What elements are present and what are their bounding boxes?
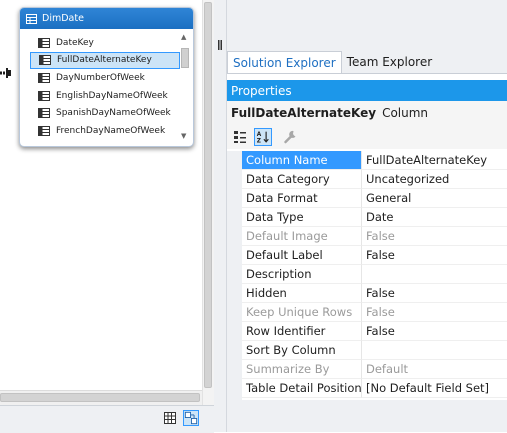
column-icon xyxy=(39,55,51,66)
property-name[interactable]: Data Format xyxy=(242,189,362,208)
column-label: EnglishDayNameOfWeek xyxy=(56,90,168,101)
property-value[interactable]: Default xyxy=(362,360,507,379)
diagram-horizontal-scroll-thumb[interactable] xyxy=(0,393,200,402)
property-value[interactable]: Uncategorized xyxy=(362,170,507,189)
properties-title-bar[interactable]: Properties xyxy=(227,80,507,101)
property-name[interactable]: Data Category xyxy=(242,170,362,189)
column-label: FullDateAlternateKey xyxy=(57,55,152,66)
table-icon xyxy=(26,13,37,24)
property-row[interactable]: Summarize By Default xyxy=(242,360,507,379)
column-label: FrenchDayNameOfWeek xyxy=(56,125,166,136)
svg-text:A: A xyxy=(257,132,262,138)
property-name[interactable]: Table Detail Position xyxy=(242,379,362,398)
property-value[interactable]: False xyxy=(362,227,507,246)
property-value[interactable]: FullDateAlternateKey xyxy=(362,151,507,170)
table-scrollbar[interactable]: ▲ ▼ xyxy=(180,30,190,142)
column-label: SpanishDayNameOfWeek xyxy=(56,108,171,119)
tool-window-area xyxy=(227,0,507,51)
tab-team-explorer[interactable]: Team Explorer xyxy=(342,51,438,73)
alphabetical-sort-icon[interactable]: A Z xyxy=(254,128,272,146)
relationship-connector-icon[interactable] xyxy=(0,67,12,79)
diagram-vertical-scroll-thumb[interactable] xyxy=(204,2,212,388)
diagram-status-bar xyxy=(0,405,214,433)
property-row[interactable]: Data Category Uncategorized xyxy=(242,170,507,189)
column-icon xyxy=(38,108,50,119)
tab-solution-explorer[interactable]: Solution Explorer xyxy=(227,51,342,73)
column-item[interactable]: DateKey xyxy=(30,34,180,52)
property-value[interactable] xyxy=(362,265,507,284)
property-name[interactable]: Hidden xyxy=(242,284,362,303)
column-item[interactable]: SpanishDayNameOfWeek xyxy=(30,104,180,122)
scroll-up-icon[interactable]: ▲ xyxy=(181,33,186,41)
tool-window-tabs: Solution Explorer Team Explorer xyxy=(227,51,507,74)
column-item[interactable]: EnglishDayNameOfWeek xyxy=(30,87,180,105)
property-name[interactable]: Default Image xyxy=(242,227,362,246)
property-value[interactable]: False xyxy=(362,322,507,341)
column-item[interactable]: DayNumberOfWeek xyxy=(30,69,180,87)
wrench-icon[interactable] xyxy=(281,128,299,146)
property-row[interactable]: Data Type Date xyxy=(242,208,507,227)
property-value[interactable] xyxy=(362,341,507,360)
property-row[interactable]: Sort By Column xyxy=(242,341,507,360)
property-row[interactable]: Row Identifier False xyxy=(242,322,507,341)
splitter-grip-icon[interactable] xyxy=(218,40,222,50)
property-grid-gutter xyxy=(227,151,242,400)
column-icon xyxy=(38,125,50,136)
property-row[interactable]: Keep Unique Rows False xyxy=(242,303,507,322)
property-row[interactable]: Default Image False xyxy=(242,227,507,246)
property-row[interactable]: Description xyxy=(242,265,507,284)
diagram-view-icon[interactable] xyxy=(183,410,199,426)
property-row[interactable]: Table Detail Position [No Default Field S… xyxy=(242,379,507,398)
property-description-area xyxy=(227,400,507,432)
column-icon xyxy=(38,72,50,83)
property-value[interactable]: [No Default Field Set] xyxy=(362,379,507,398)
property-value[interactable]: False xyxy=(362,284,507,303)
column-item[interactable]: FullDateAlternateKey xyxy=(30,51,180,70)
dimdate-table-card[interactable]: DimDate DateKey FullDateAlternateKey DayNu… xyxy=(19,7,194,147)
property-value[interactable]: Date xyxy=(362,208,507,227)
svg-text:Z: Z xyxy=(257,138,261,144)
property-row[interactable]: Hidden False xyxy=(242,284,507,303)
property-name[interactable]: Row Identifier xyxy=(242,322,362,341)
categorized-icon[interactable] xyxy=(231,128,249,146)
property-value[interactable]: False xyxy=(362,303,507,322)
pane-splitter[interactable] xyxy=(214,0,227,432)
object-type: Column xyxy=(382,106,429,120)
column-item[interactable]: FrenchDayNameOfWeek xyxy=(30,122,180,140)
property-value[interactable]: General xyxy=(362,189,507,208)
property-row[interactable]: Default Label False xyxy=(242,246,507,265)
object-selector[interactable]: FullDateAlternateKey Column xyxy=(227,101,507,125)
property-name[interactable]: Sort By Column xyxy=(242,341,362,360)
column-label: DayNumberOfWeek xyxy=(56,72,145,83)
column-label: DateKey xyxy=(56,37,94,48)
column-icon xyxy=(38,90,50,101)
diagram-canvas[interactable]: DimDate DateKey FullDateAlternateKey DayNu… xyxy=(0,0,202,405)
object-name: FullDateAlternateKey xyxy=(231,106,377,120)
properties-toolbar: A Z xyxy=(227,125,507,149)
property-name[interactable]: Data Type xyxy=(242,208,362,227)
property-name[interactable]: Description xyxy=(242,265,362,284)
column-list[interactable]: DateKey FullDateAlternateKey DayNumberOfWe… xyxy=(30,34,180,140)
grid-view-icon[interactable] xyxy=(162,410,178,426)
property-value[interactable]: False xyxy=(362,246,507,265)
table-header[interactable]: DimDate xyxy=(20,8,193,29)
properties-title: Properties xyxy=(231,83,292,98)
property-name[interactable]: Keep Unique Rows xyxy=(242,303,362,322)
property-name[interactable]: Column Name xyxy=(242,151,362,170)
table-title: DimDate xyxy=(42,13,84,24)
scroll-thumb[interactable] xyxy=(181,48,189,68)
property-name[interactable]: Default Label xyxy=(242,246,362,265)
property-row[interactable]: Column Name FullDateAlternateKey xyxy=(242,151,507,170)
property-name[interactable]: Summarize By xyxy=(242,360,362,379)
scroll-down-icon[interactable]: ▼ xyxy=(181,132,186,140)
column-icon xyxy=(38,37,50,48)
property-row[interactable]: Data Format General xyxy=(242,189,507,208)
